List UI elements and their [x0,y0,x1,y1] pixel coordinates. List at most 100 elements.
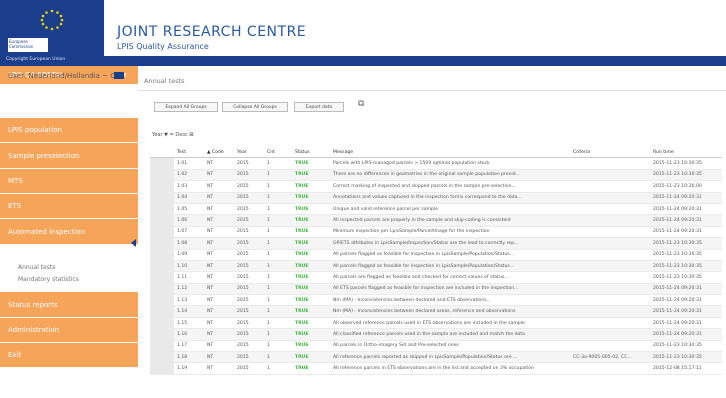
table-row[interactable]: 1.15 NT 2015 1 TRUE All observed reference pa… [150,317,722,330]
table-row[interactable]: 1.02 NT 2015 1 TRUE There are no differences … [150,169,722,182]
sidebar: LPIS QA PORTAL ≡ User: Nederland/Holland… [0,66,138,398]
row-select-cell[interactable] [150,180,174,193]
table-row[interactable]: 1.19 NT 2015 1 TRUE All reference parcels in … [150,362,722,375]
table-row[interactable]: 1.11 NT 2015 1 TRUE All parcels are flagged a… [150,271,722,284]
group-filter[interactable]: Year ▼ = Desc ⊠ [152,132,193,138]
table-cell: 2015 [234,305,264,318]
row-select-cell[interactable] [150,157,174,170]
table-cell: 1.08 [174,237,204,250]
annual-tests-table: Test ▲ Code Year Cnt Status Message Crit… [150,147,722,375]
export-data-button[interactable]: Export data [294,102,344,112]
row-select-cell[interactable] [150,169,174,182]
table-header-row: Test ▲ Code Year Cnt Status Message Crit… [150,147,722,159]
sidebar-item-exit[interactable]: Exit [0,343,138,367]
table-cell: NT [204,214,234,227]
row-select-cell[interactable] [150,237,174,250]
sidebar-item-mts[interactable]: MTS [0,169,138,193]
table-row[interactable]: 1.14 NT 2015 1 TRUE Nm (MA) - Inconsistencies… [150,305,722,318]
table-row[interactable]: 1.04 NT 2015 1 TRUE Annotations and values ca… [150,192,722,204]
row-select-cell[interactable] [150,192,174,204]
table-row[interactable]: 1.10 NT 2015 1 TRUE All parcels flagged as fe… [150,260,722,273]
column-header[interactable]: Cnt [264,147,292,159]
table-row[interactable]: 1.09 NT 2015 1 TRUE All parcels flagged as fe… [150,249,722,261]
column-header[interactable]: ▲ Code [204,147,234,159]
table-row[interactable]: 1.01 NT 2015 1 TRUE Parcels with LPIS-managed… [150,157,722,170]
table-cell: 2015 [234,214,264,227]
row-select-cell[interactable] [150,203,174,216]
table-cell: TRUE [292,317,330,330]
table-row[interactable]: 1.13 NT 2015 1 TRUE Nm (MA) - Inconsistencies… [150,294,722,307]
row-select-cell[interactable] [150,294,174,307]
table-cell: NT [204,294,234,307]
sidebar-item-ets[interactable]: ETS [0,194,138,218]
table-cell [570,362,650,375]
table-row[interactable]: 1.06 NT 2015 1 TRUE All inspected parcels are… [150,214,722,227]
table-cell: 1 [264,192,292,204]
sidebar-item-label: Automated inspection [8,227,86,236]
table-cell: All reference parcels in ETS observation… [330,362,570,375]
column-header[interactable]: Criteria [570,147,650,159]
table-cell: 1.01 [174,157,204,170]
table-cell: TRUE [292,249,330,261]
table-cell: 2015 [234,271,264,284]
table-cell: 1.15 [174,317,204,330]
sidebar-item-automated-inspection[interactable]: Automated inspection [0,219,138,244]
row-select-cell[interactable] [150,351,174,364]
sidebar-item-administration[interactable]: Administration [0,318,138,342]
table-cell [570,260,650,273]
table-cell: 2015-11-24 09:20:31 [650,283,722,296]
table-row[interactable]: 1.17 NT 2015 1 TRUE All parcels in Ortho-imag… [150,340,722,353]
table-cell: 2015-11-24 09:20:31 [650,328,722,341]
export-window-icon[interactable]: ⧉ [358,99,368,109]
table-cell: 2015-11-24 09:20:31 [650,214,722,227]
table-row[interactable]: 1.08 NT 2015 1 TRUE GP/ETS attributes in Lpis… [150,237,722,250]
row-select-cell[interactable] [150,271,174,284]
table-cell: NT [204,180,234,193]
table-row[interactable]: 1.18 NT 2015 1 TRUE All reference parcels rep… [150,351,722,364]
collapse-all-groups-button[interactable]: Collapse All Groups [222,102,288,112]
sidebar-item-label: Administration [8,326,60,334]
table-cell: 1 [264,237,292,250]
column-header[interactable]: Message [330,147,570,159]
table-cell: 1.13 [174,294,204,307]
row-select-cell[interactable] [150,226,174,239]
row-select-cell[interactable] [150,214,174,227]
table-row[interactable]: 1.03 NT 2015 1 TRUE Correct marking of inspec… [150,180,722,193]
sidebar-item-lpis-population[interactable]: LPIS population [0,118,138,142]
eu-caption: European Commission [8,38,48,52]
row-select-cell[interactable] [150,283,174,296]
row-select-cell[interactable] [150,328,174,341]
sidebar-item-label: Status reports [8,300,58,309]
column-header[interactable]: Status [292,147,330,159]
eu-logo-block: European Commission [0,0,104,56]
row-select-cell[interactable] [150,317,174,330]
row-select-cell[interactable] [150,362,174,375]
table-row[interactable]: 1.07 NT 2015 1 TRUE Minimum inspection per Lp… [150,226,722,239]
sidebar-item-label: MTS [8,177,23,185]
row-select-cell[interactable] [150,260,174,273]
table-cell: NT [204,237,234,250]
column-header[interactable]: Run time [650,147,722,159]
column-header[interactable]: Year [234,147,264,159]
sidebar-item-sample-preselection[interactable]: Sample preselection [0,143,138,168]
sidebar-item-status-reports[interactable]: Status reports [0,292,138,317]
table-row[interactable]: 1.05 NT 2015 1 TRUE Unique and valid referenc… [150,203,722,216]
table-cell: NT [204,169,234,182]
table-row[interactable]: 1.12 NT 2015 1 TRUE All ETS parcels flagged a… [150,283,722,296]
breadcrumb: Annual tests [144,77,185,85]
table-cell: 1 [264,271,292,284]
table-cell: 1 [264,294,292,307]
expand-all-groups-button[interactable]: Expand All Groups [154,102,218,112]
table-cell: TRUE [292,328,330,341]
sidebar-subitem-annual-tests[interactable]: Annual tests [0,264,138,271]
sidebar-subitem-mandatory-statistics[interactable]: Mandatory statistics [0,276,138,283]
row-select-cell[interactable] [150,340,174,353]
table-cell: 2015-11-23 10:30:35 [650,271,722,284]
table-cell: 2015 [234,203,264,216]
row-select-cell[interactable] [150,249,174,261]
table-cell [570,237,650,250]
column-header[interactable]: Test [174,147,204,159]
row-select-cell[interactable] [150,305,174,318]
table-cell: NT [204,362,234,375]
table-row[interactable]: 1.16 NT 2015 1 TRUE All classified reference … [150,328,722,341]
